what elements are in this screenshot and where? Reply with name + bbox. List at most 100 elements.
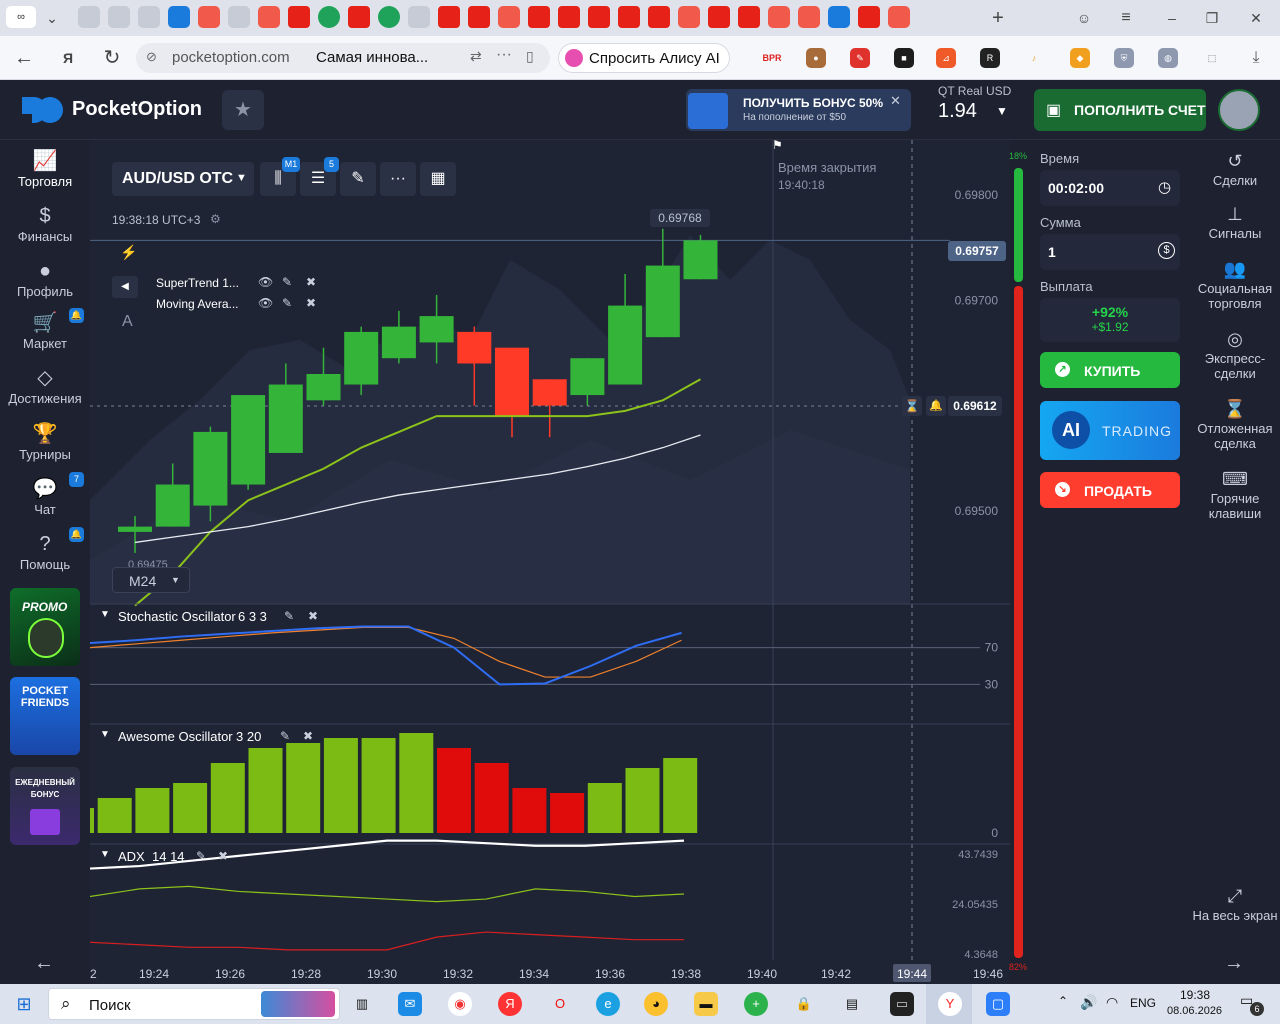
collapse-arrow-icon[interactable]: ← [34, 952, 54, 975]
zoom-selector[interactable]: M24 ▼ [112, 567, 190, 593]
browser-tab[interactable] [828, 6, 850, 28]
edit-pencil-icon[interactable]: ✎ [280, 729, 290, 743]
asset-selector[interactable]: AUD/USD OTC ▼ [112, 162, 254, 196]
translate-icon[interactable]: ⇄ [470, 48, 482, 65]
close-window-icon[interactable]: ✕ [1244, 6, 1268, 30]
hourglass-icon[interactable]: ⌛ [902, 396, 922, 416]
browser-tab[interactable] [888, 6, 910, 28]
browser-tab[interactable] [438, 6, 460, 28]
minimize-icon[interactable]: – [1160, 6, 1184, 30]
tab-list-chevron-icon[interactable]: ⌄ [40, 6, 64, 30]
friends-card[interactable]: POCKET FRIENDS [10, 677, 80, 755]
eye-icon[interactable]: 👁 [258, 275, 273, 289]
edit-pencil-icon[interactable]: ✎ [284, 609, 294, 623]
remove-x-icon[interactable]: ✖ [306, 275, 316, 289]
extension-icon[interactable]: ✎ [850, 48, 870, 68]
app-plus-icon[interactable]: + [744, 992, 768, 1016]
windows-start-icon[interactable]: ⊞ [12, 992, 36, 1016]
extension-icon[interactable]: ◆ [1070, 48, 1090, 68]
close-banner-icon[interactable]: ✕ [890, 93, 901, 109]
nav-hotkeys[interactable]: ⌨ Горячие клавиши [1190, 467, 1280, 521]
nav-profile[interactable]: ● Профиль [0, 258, 90, 299]
browser-tab[interactable] [498, 6, 520, 28]
browser-tab[interactable] [618, 6, 640, 28]
app-icon[interactable]: ◕ [644, 992, 668, 1016]
collapse-chevron-icon[interactable]: ▼ [100, 729, 110, 740]
reload-icon[interactable]: ↻ [100, 46, 124, 70]
settings-gear-icon[interactable]: ⚙ [210, 212, 221, 226]
collapse-overlays-icon[interactable]: ◀ [112, 276, 138, 298]
nav-fullscreen[interactable]: ⤢ На весь экран [1190, 884, 1280, 923]
extension-puzzle-icon[interactable]: ⬚ [1202, 48, 1222, 68]
terminal-icon[interactable]: ▭ [890, 992, 914, 1016]
extension-icon[interactable]: R [980, 48, 1000, 68]
ai-trading-button[interactable]: AI TRADING [1040, 401, 1180, 460]
extension-cookie-icon[interactable]: ● [806, 48, 826, 68]
extension-icon[interactable]: ■ [894, 48, 914, 68]
bookmark-icon[interactable]: ▯ [526, 48, 534, 65]
daily-bonus-card[interactable]: ЕЖЕДНЕВНЫЙ БОНУС [10, 767, 80, 845]
browser-tab[interactable] [648, 6, 670, 28]
more-button[interactable]: ··· [380, 162, 416, 196]
browser-tab[interactable] [288, 6, 310, 28]
browser-tab[interactable] [468, 6, 490, 28]
expand-arrow-icon[interactable]: → [1224, 952, 1244, 975]
menu-icon[interactable]: ≡ [1114, 6, 1138, 30]
remove-x-icon[interactable]: ✖ [308, 609, 318, 623]
edge-icon[interactable]: e [596, 992, 620, 1016]
extension-icon[interactable]: BPR [760, 48, 784, 68]
sell-button[interactable]: ↘ ПРОДАТЬ [1040, 472, 1180, 508]
deposit-button[interactable]: ▣ ПОПОЛНИТЬ СЧЕТ [1034, 89, 1206, 131]
brand-logo-icon[interactable] [20, 95, 68, 125]
bell-icon[interactable]: 🔔 [926, 396, 946, 416]
nav-finance[interactable]: $ Финансы [0, 203, 90, 244]
nav-tournaments[interactable]: 🏆 Турниры [0, 421, 90, 462]
nav-signals[interactable]: ⊥ Сигналы [1190, 202, 1280, 241]
lock-app-icon[interactable]: 🔒 [792, 992, 816, 1016]
browser-tab[interactable] [738, 6, 760, 28]
chrome-icon[interactable]: ◉ [448, 992, 472, 1016]
browser-tab[interactable] [858, 6, 880, 28]
browser-tab[interactable] [318, 6, 340, 28]
browser-tab[interactable] [78, 6, 100, 28]
browser-tab[interactable] [258, 6, 280, 28]
browser-tab[interactable] [378, 6, 400, 28]
nav-pending[interactable]: ⌛ Отложенная сделка [1190, 397, 1280, 451]
restore-icon[interactable]: ❐ [1200, 6, 1224, 30]
account-selector[interactable]: QT Real USD 1.94 ▼ [926, 84, 1020, 134]
new-tab-plus-icon[interactable]: + [986, 6, 1010, 30]
lightning-icon[interactable]: ⚡ [120, 244, 137, 261]
extension-shield-icon[interactable]: ⛨ [1114, 48, 1134, 68]
nav-social-trading[interactable]: 👥 Социальная торговля [1190, 257, 1280, 311]
nav-deals[interactable]: ↺ Сделки [1190, 149, 1280, 188]
extension-sound-icon[interactable]: ♪ [1024, 48, 1044, 68]
app-square-icon[interactable]: ▢ [986, 992, 1010, 1016]
browser-tab[interactable] [798, 6, 820, 28]
buy-button[interactable]: ↗ КУПИТЬ [1040, 352, 1180, 388]
nav-express[interactable]: ◎ Экспресс-сделки [1190, 327, 1280, 381]
yandex-browser-icon[interactable]: Я [498, 992, 522, 1016]
yandex-icon[interactable]: Y [938, 992, 962, 1016]
chart-area[interactable]: 0.69800 0.69700 0.69500 70 30 0 43.7439 24.0543… [90, 140, 1010, 984]
browser-tab[interactable] [348, 6, 370, 28]
nav-achievements[interactable]: ◇ Достижения [0, 365, 90, 406]
edit-pencil-icon[interactable]: ✎ [282, 296, 292, 310]
volume-icon[interactable]: 🔊 [1080, 994, 1097, 1011]
remove-x-icon[interactable]: ✖ [306, 296, 316, 310]
folder-icon[interactable]: ▬ [694, 992, 718, 1016]
browser-tab[interactable] [558, 6, 580, 28]
browser-tab[interactable] [678, 6, 700, 28]
browser-tab[interactable] [198, 6, 220, 28]
browser-tab[interactable] [708, 6, 730, 28]
browser-tab[interactable] [588, 6, 610, 28]
more-icon[interactable]: ··· [496, 46, 512, 64]
wifi-icon[interactable]: ◠ [1106, 994, 1118, 1011]
browser-tab[interactable] [768, 6, 790, 28]
browser-tab[interactable] [528, 6, 550, 28]
browser-tab[interactable] [138, 6, 160, 28]
remove-x-icon[interactable]: ✖ [218, 849, 228, 863]
extension-globe-icon[interactable]: ◍ [1158, 48, 1178, 68]
eye-icon[interactable]: 👁 [258, 296, 273, 310]
alice-button[interactable]: Спросить Алису AI [558, 43, 730, 73]
language-indicator[interactable]: ENG [1130, 996, 1156, 1010]
